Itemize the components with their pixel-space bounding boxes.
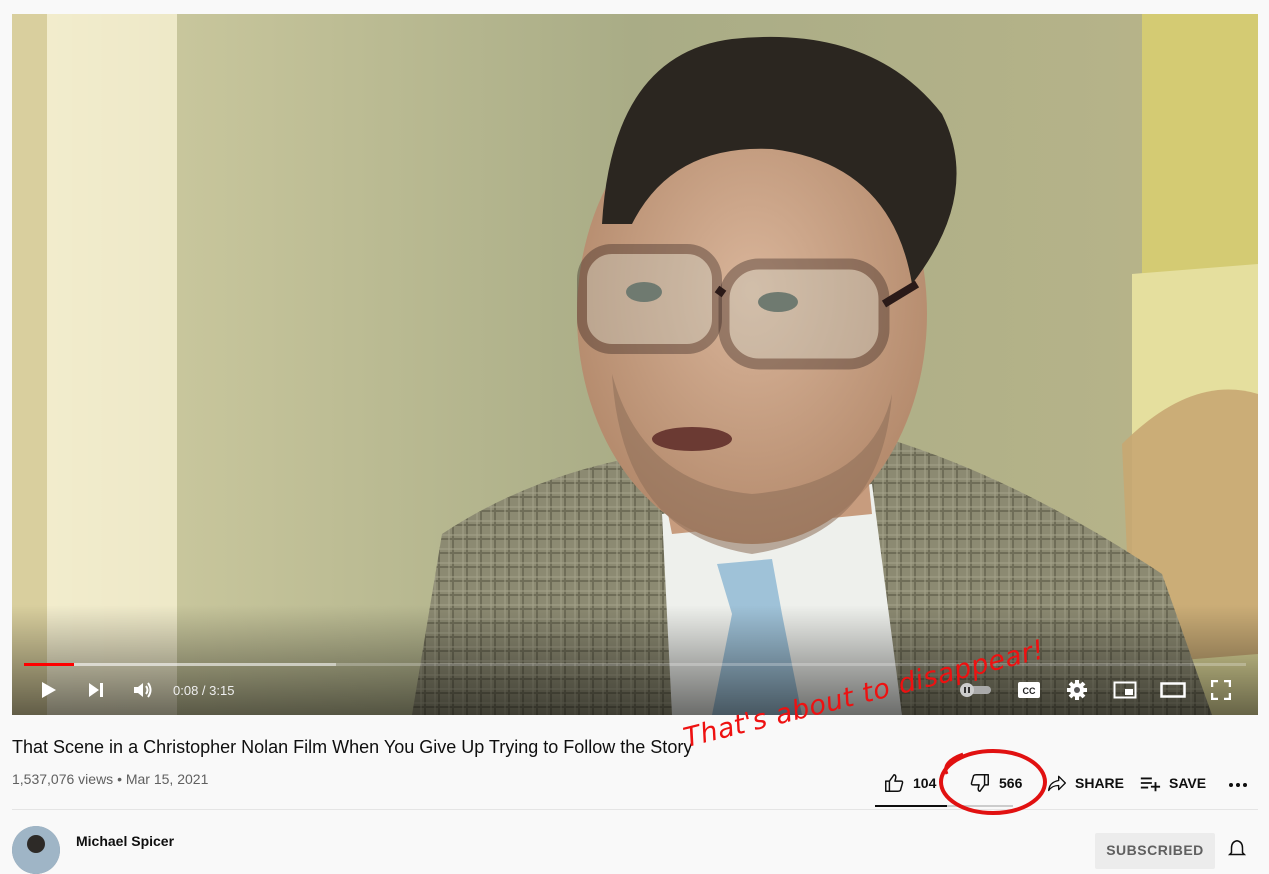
like-button[interactable]: 104 [883, 768, 936, 798]
settings-button[interactable] [1063, 676, 1091, 704]
video-player[interactable]: 0:08 / 3:15 CC [12, 14, 1258, 715]
volume-button[interactable] [129, 676, 157, 704]
bell-icon [1227, 840, 1247, 856]
subscribe-button[interactable]: SUBSCRIBED [1095, 833, 1215, 869]
divider [12, 809, 1258, 810]
video-title: That Scene in a Christopher Nolan Film W… [12, 737, 693, 757]
video-meta: 1,537,076 views • Mar 15, 2021 [12, 771, 209, 787]
more-horizontal-icon [1229, 783, 1247, 787]
miniplayer-icon [1113, 681, 1137, 699]
next-button[interactable] [82, 676, 110, 704]
miniplayer-button[interactable] [1111, 676, 1139, 704]
more-actions-button[interactable] [1228, 768, 1256, 798]
play-button[interactable] [34, 676, 62, 704]
closed-captions-icon: CC [1018, 682, 1040, 698]
gear-icon [1067, 680, 1087, 700]
share-button[interactable]: SHARE [1047, 768, 1124, 798]
volume-icon [134, 682, 152, 698]
play-icon [42, 682, 56, 698]
channel-name[interactable]: Michael Spicer [76, 833, 174, 849]
captions-button[interactable]: CC [1015, 676, 1043, 704]
channel-avatar[interactable] [12, 826, 60, 874]
progress-bar[interactable] [24, 663, 1246, 666]
add-to-playlist-icon [1140, 777, 1161, 792]
avatar-image [12, 826, 60, 874]
annotation-circle [939, 749, 1047, 815]
thumbs-up-icon [885, 774, 904, 792]
theater-mode-icon [1160, 682, 1186, 698]
skip-next-icon [89, 683, 103, 697]
svg-text:CC: CC [1023, 686, 1036, 696]
save-label: SAVE [1169, 775, 1207, 791]
save-button[interactable]: SAVE [1139, 768, 1206, 798]
share-label: SHARE [1075, 775, 1125, 791]
time-display: 0:08 / 3:15 [173, 683, 235, 698]
theater-mode-button[interactable] [1159, 676, 1187, 704]
fullscreen-button[interactable] [1207, 676, 1235, 704]
notification-bell-button[interactable] [1226, 838, 1248, 865]
played-bar [24, 663, 75, 666]
fullscreen-icon [1211, 680, 1231, 700]
